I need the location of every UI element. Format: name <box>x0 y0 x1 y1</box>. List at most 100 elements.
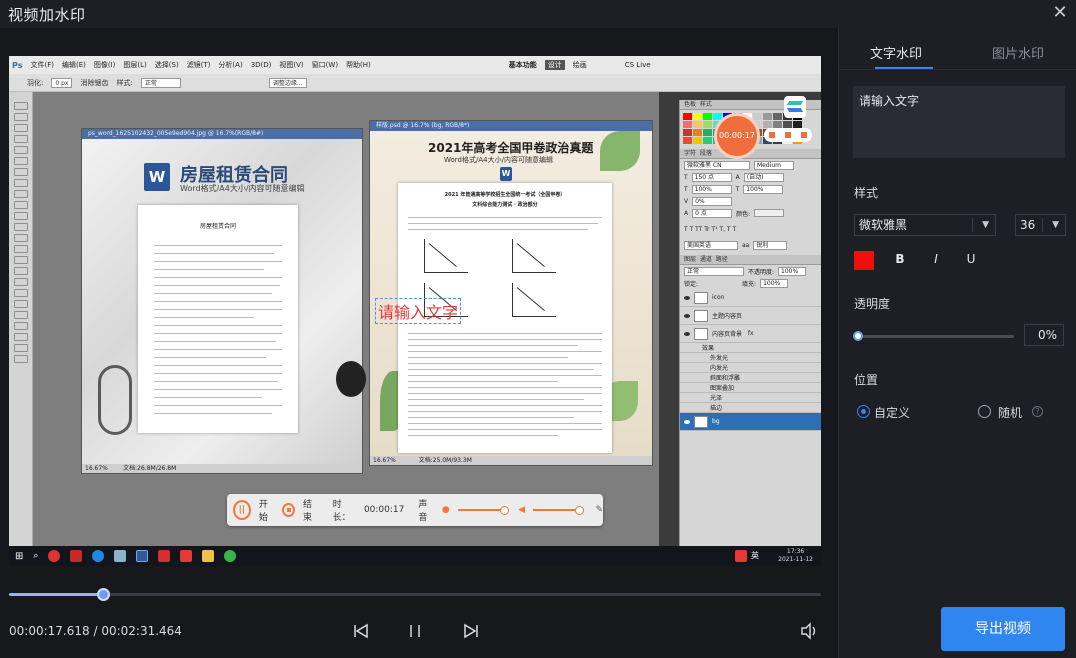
close-icon[interactable]: ✕ <box>1050 3 1070 23</box>
ps-feather-value: 0 px <box>51 77 73 88</box>
color-swatch <box>693 129 702 136</box>
color-swatch <box>703 129 712 136</box>
ps-layer: icon <box>680 289 821 307</box>
color-swatch <box>703 137 712 144</box>
export-video-button[interactable]: 导出视频 <box>941 607 1065 651</box>
tab-image-watermark[interactable]: 图片水印 <box>992 43 1044 62</box>
ps-effect-name: 图案叠加 <box>710 385 735 392</box>
ps-blend-row: 正常 不透明度: 100% <box>680 265 821 277</box>
color-swatch <box>683 129 692 136</box>
ps-menu-item: 文件(F) <box>30 61 54 69</box>
pen-icon: ✎ <box>595 505 603 515</box>
ps-menu-item: 视图(V) <box>279 61 304 69</box>
app-window: 视频加水印 ✕ Ps 文件(F) 编辑(E) 图像(I) 图层(L) 选择(S)… <box>0 0 1076 658</box>
color-swatch <box>703 113 712 120</box>
ps-effect-name: 斜面和浮雕 <box>710 375 741 382</box>
recorder-mini-controls <box>764 128 812 142</box>
ps-leading: (自动) <box>743 172 784 182</box>
skip-to-start-button[interactable] <box>350 620 372 642</box>
watermark-tabs: 文字水印 图片水印 <box>839 28 1076 70</box>
ps-tool-icon <box>13 223 28 231</box>
doc1-subheading: Word格式/A4大小/内容可随意编辑 <box>180 184 305 193</box>
coffee-icon <box>336 361 366 397</box>
color-swatch <box>773 113 782 120</box>
ps-tool-icon <box>13 190 28 198</box>
watermark-text-input[interactable] <box>853 86 1065 158</box>
ps-menu-item: 编辑(E) <box>61 61 86 69</box>
color-swatch <box>683 121 692 128</box>
opacity-slider-track[interactable] <box>857 335 1014 338</box>
chevron-down-icon: ▼ <box>982 220 989 230</box>
ps-feather-label: 羽化: <box>27 78 44 87</box>
ps-menu-item: 选择(S) <box>154 61 179 69</box>
ps-panels: 色板 样式 字符 段落 微软雅黑 CN Medium T 150 点 A (自动) T1… <box>679 100 821 546</box>
ps-antialias-mode: 锐利 <box>753 240 788 250</box>
ps-style-value: 正常 <box>140 77 181 88</box>
seek-bar[interactable] <box>9 588 821 601</box>
windows-start-icon: ⊞ <box>15 550 24 562</box>
select-divider <box>1042 218 1043 232</box>
speaker-icon: ◀ <box>518 505 526 515</box>
ps-weight: Medium <box>754 160 794 170</box>
ps-layer-name: 主题内容页 <box>712 313 743 320</box>
ps-tool-icon <box>13 289 28 297</box>
opacity-slider-handle[interactable] <box>853 331 863 341</box>
app-icon <box>158 550 171 562</box>
doc1-paper: 房屋租赁合同 <box>138 205 298 433</box>
volume-button[interactable] <box>798 620 820 642</box>
ps-options-bar: 羽化: 0 px 消除锯齿 样式: 正常 调整边缘... <box>9 74 821 92</box>
ps-tool-icon <box>13 355 28 363</box>
watermark-text-overlay[interactable]: 请输入文字 <box>375 298 462 324</box>
underline-button[interactable]: U <box>963 252 979 266</box>
record-end-label: 结束 <box>303 500 313 523</box>
pause-button[interactable] <box>404 620 426 642</box>
ps-font: 微软雅黑 CN <box>684 160 750 170</box>
ps-effect: 图案叠加 <box>680 383 821 393</box>
ps-tool-icon <box>13 245 28 253</box>
ps-tool-icon <box>13 135 28 143</box>
random-position-label[interactable]: 随机 <box>998 404 1022 421</box>
ps-opacity-label: 不透明度: <box>748 268 775 276</box>
opacity-value-box[interactable]: 0% <box>1024 324 1064 346</box>
ps-fill-label: 填充: <box>742 280 757 288</box>
ps-lock-row: 锁定: 填充: 100% <box>680 277 821 289</box>
ps-design: 设计 <box>544 60 565 70</box>
seek-progress <box>9 593 104 596</box>
custom-position-label[interactable]: 自定义 <box>874 404 910 421</box>
wechat-icon <box>224 550 237 562</box>
ps-tool-icon <box>13 278 28 286</box>
ps-menu-item: 3D(D) <box>250 61 272 69</box>
radio-custom-position[interactable] <box>857 405 870 418</box>
ps-kern-row: V 0% <box>680 195 821 207</box>
tab-text-watermark[interactable]: 文字水印 <box>870 43 922 62</box>
skip-end-icon <box>464 623 478 639</box>
ps-tool-icon <box>13 102 28 110</box>
doc2-background: 2021年高考全国甲卷政治真题 Word格式/A4大小/内容可随意编辑 W 20… <box>370 131 652 457</box>
folder-icon <box>202 550 215 562</box>
ps-menu-item: 图像(I) <box>93 61 116 69</box>
bold-button[interactable]: B <box>892 252 908 266</box>
record-duration: 00:00:17 <box>363 505 405 515</box>
glasses-icon <box>98 365 132 435</box>
ps-paint: 绘画 <box>572 61 587 69</box>
ps-layer-name: 内容页背景 <box>712 331 743 338</box>
panel-divider <box>838 28 839 658</box>
color-swatch <box>763 121 772 128</box>
ps-lang: 美国英语 <box>684 240 738 250</box>
font-select[interactable]: 微软雅黑 ▼ <box>854 214 996 236</box>
doc2-zoom: 16.67% <box>373 457 396 464</box>
doc1-paper-title: 房屋租赁合同 <box>199 223 236 230</box>
stop-icon <box>785 132 791 138</box>
ps-menu-item: 帮助(H) <box>346 61 371 69</box>
skip-to-end-button[interactable] <box>460 620 482 642</box>
help-icon[interactable]: ? <box>1032 406 1043 417</box>
recorder-bar: || 开始 结束 时长： 00:00:17 声音 ● ◀ ✎ <box>227 494 603 526</box>
word-icon: W <box>144 163 170 191</box>
radio-random-position[interactable] <box>978 405 991 418</box>
ps-menubar: Ps 文件(F) 编辑(E) 图像(I) 图层(L) 选择(S) 滤镜(T) 分… <box>9 56 821 74</box>
text-color-swatch[interactable] <box>854 251 874 270</box>
font-size-select[interactable]: 36 ▼ <box>1015 214 1066 236</box>
color-swatch <box>693 113 702 120</box>
italic-button[interactable]: I <box>928 252 944 266</box>
video-preview[interactable]: Ps 文件(F) 编辑(E) 图像(I) 图层(L) 选择(S) 滤镜(T) 分… <box>9 56 821 566</box>
